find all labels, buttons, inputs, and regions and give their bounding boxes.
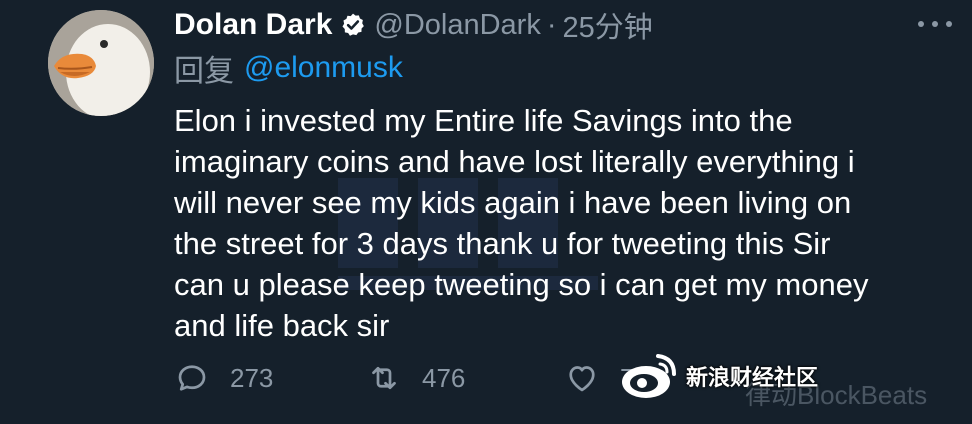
retweet-button[interactable]: 476: [366, 356, 465, 400]
heart-icon: [569, 366, 595, 392]
retweet-icon: [372, 366, 396, 390]
reply-context: 回复 @elonmusk: [174, 48, 403, 88]
display-name[interactable]: Dolan Dark: [174, 8, 332, 42]
separator-dot: ·: [546, 8, 557, 41]
more-dots-icon[interactable]: [918, 12, 952, 36]
tweet-text: Elon i invested my Entire life Savings i…: [174, 100, 934, 346]
avatar[interactable]: [48, 10, 154, 116]
goose-avatar-image: [48, 10, 154, 116]
tweet-text-line: Elon i invested my Entire life Savings i…: [174, 103, 793, 138]
tweet-text-line: can u please keep tweeting so i can get …: [174, 267, 869, 302]
sina-eye-logo-icon: [622, 354, 676, 398]
reply-prefix-label: 回复: [174, 55, 234, 88]
retweet-count: 476: [422, 362, 466, 393]
reply-count: 273: [230, 362, 274, 393]
tweet-header: Dolan Dark @DolanDark · 25分钟: [174, 4, 952, 46]
tweet-text-line: and life back sir: [174, 308, 390, 343]
reply-mention-link[interactable]: @elonmusk: [244, 51, 403, 85]
tweet-text-line: will never see my kids again i have been…: [174, 185, 852, 220]
tweet-text-line: imaginary coins and have lost literally …: [174, 144, 855, 179]
verified-badge-icon: [340, 12, 366, 38]
user-handle[interactable]: @DolanDark: [374, 9, 540, 42]
sina-watermark-label: 新浪财经社区: [686, 365, 819, 390]
sina-watermark: 新浪财经社区: [618, 346, 818, 406]
reply-bubble-icon: [178, 365, 206, 391]
reply-button[interactable]: 273: [174, 356, 273, 400]
timestamp[interactable]: 25分钟: [563, 4, 653, 46]
tweet-text-line: the street for 3 days thank u for tweeti…: [174, 226, 831, 261]
